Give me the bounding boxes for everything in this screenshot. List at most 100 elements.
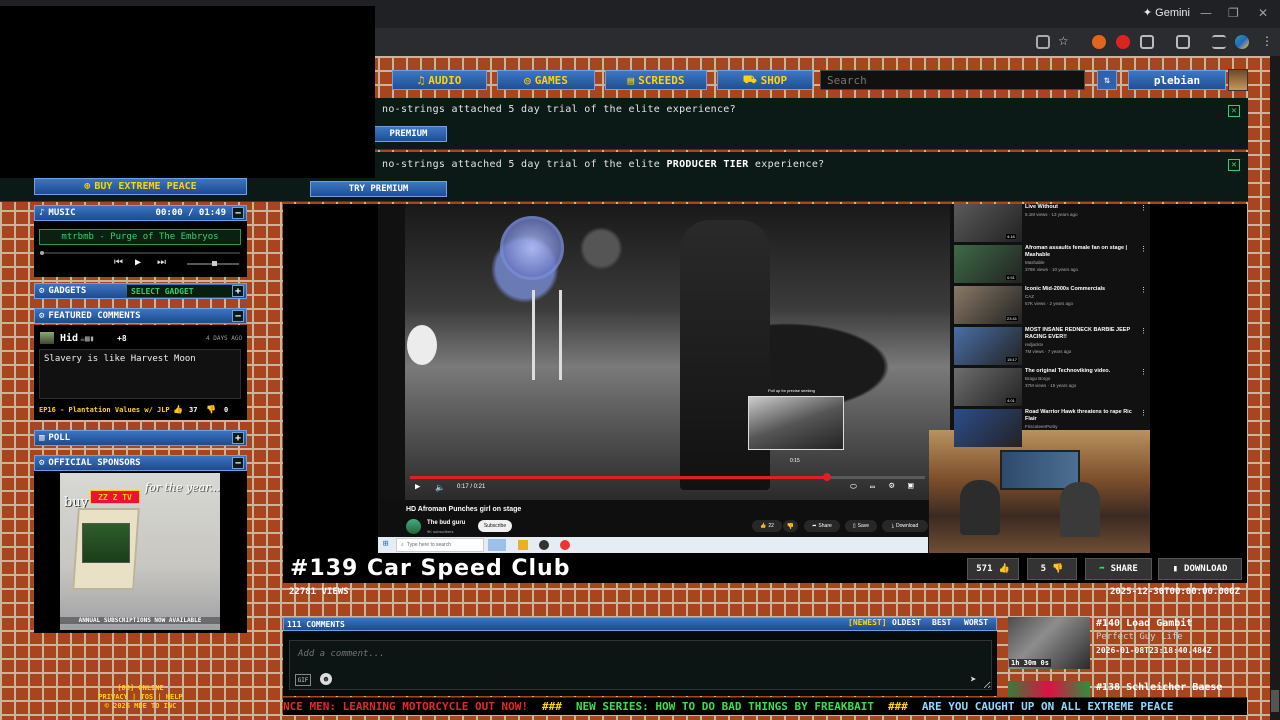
yt-recommended-channel[interactable]: redjacktv	[1025, 342, 1043, 347]
yt-recommended-title[interactable]: Road Warrior Hawk threatens to rape Ric …	[1025, 409, 1140, 423]
promo-2-try-premium-button[interactable]: TRY PREMIUM	[310, 181, 447, 197]
nav-games[interactable]: ◎ GAMES	[497, 70, 595, 90]
ticker-item[interactable]: NCE MEN: LEARNING MOTORCYCLE OUT NOW!	[283, 700, 542, 713]
yt-recommended-item[interactable]: 15:17 MOST INSANE REDNECK BARBIE JEEP RAC…	[954, 327, 1148, 365]
nav-screeds[interactable]: ▤ SCREEDS	[605, 70, 707, 90]
more-options-icon[interactable]: ⋮	[1140, 327, 1147, 335]
comment-input[interactable]	[289, 640, 992, 690]
page-scroll-thumb[interactable]	[1271, 690, 1279, 712]
yt-subscribe-button[interactable]: Subscribe	[478, 520, 512, 532]
footer-links[interactable]: PRIVACY | TOS | HELP	[34, 693, 247, 702]
yt-save-button[interactable]: ▯ Save	[845, 520, 877, 532]
expand-icon[interactable]: +	[232, 432, 244, 444]
minimize-icon[interactable]: —	[1200, 6, 1212, 20]
captions-icon[interactable]: ▭	[870, 482, 875, 491]
play-icon[interactable]: ▶	[415, 482, 420, 492]
gif-button[interactable]: GIF	[295, 674, 311, 686]
promo-2-close-icon[interactable]: ✕	[1228, 159, 1240, 171]
nav-audio[interactable]: ♫ AUDIO	[392, 70, 487, 90]
collapse-icon[interactable]: −	[232, 310, 244, 322]
play-icon[interactable]: ▶	[135, 257, 141, 268]
buy-extreme-peace-button[interactable]: ⊕ BUY EXTREME PEACE	[34, 178, 247, 195]
toggle-icon[interactable]: ⬭	[850, 482, 857, 492]
sort-best[interactable]: BEST	[932, 618, 951, 627]
yt-channel-name[interactable]: The bud guru	[427, 520, 465, 526]
media-control-icon[interactable]	[1212, 35, 1226, 49]
volume-handle[interactable]	[212, 261, 217, 266]
related-thumbnail-2[interactable]	[1008, 681, 1090, 697]
ticker-item[interactable]: NEW SERIES: HOW TO DO BAD THINGS BY FREA…	[576, 700, 888, 713]
yt-recommended-item[interactable]: 4:18 Live Without 5.1M views · 13 years ag…	[954, 204, 1148, 242]
music-panel-header[interactable]: ♪ MUSIC 00:00 / 01:49 −	[34, 205, 247, 221]
maximize-icon[interactable]: ❐	[1228, 6, 1239, 20]
bookmark-star-icon[interactable]: ☆	[1058, 34, 1069, 48]
send-icon[interactable]: ➤	[970, 673, 977, 686]
miniplayer-icon[interactable]: ▣	[908, 481, 913, 491]
thumbs-down-icon[interactable]: 👎	[206, 405, 216, 414]
download-button[interactable]: ▮ DOWNLOAD	[1158, 558, 1242, 580]
yt-download-button[interactable]: ⤓ Download	[882, 520, 928, 532]
profile-avatar-icon[interactable]	[1235, 35, 1249, 49]
more-options-icon[interactable]: ⋮	[1140, 286, 1147, 294]
music-progress-track[interactable]	[40, 252, 240, 254]
gadgets-panel-header[interactable]: ⚙ GADGETS SELECT GADGET +	[34, 283, 247, 299]
sort-worst[interactable]: WORST	[964, 618, 988, 627]
yt-recommended-channel[interactable]: Mashable	[1025, 260, 1045, 265]
site-search-input[interactable]	[820, 70, 1085, 90]
extension-fox-icon[interactable]	[1092, 35, 1106, 49]
yt-like-button[interactable]: 👍 22	[752, 520, 782, 532]
ticker-item[interactable]: ARE YOU CAUGHT UP ON ALL EXTREME PEACE	[922, 700, 1188, 713]
music-progress-handle[interactable]	[40, 251, 44, 255]
browser-menu-icon[interactable]: ⋮	[1261, 34, 1273, 48]
thumbs-down-icon[interactable]: 👎	[783, 520, 798, 532]
yt-recommended-item[interactable]: 4:01 The original Technoviking video. Brag…	[954, 368, 1148, 406]
sidepanel-icon[interactable]	[1176, 35, 1190, 49]
extension-red-icon[interactable]	[1116, 35, 1130, 49]
next-track-icon[interactable]: ⏭	[157, 257, 166, 268]
more-options-icon[interactable]: ⋮	[1140, 245, 1147, 253]
sponsors-panel-header[interactable]: ⚙ OFFICIAL SPONSORS −	[34, 455, 247, 471]
notification-icon[interactable]: ⇅	[1097, 70, 1117, 90]
ticker-item[interactable]: ###	[888, 700, 922, 713]
more-options-icon[interactable]: ⋮	[1140, 204, 1147, 212]
emoji-icon[interactable]: ☻	[320, 673, 332, 685]
gemini-button[interactable]: ✦ Gemini	[1143, 6, 1190, 19]
share-button[interactable]: ➦ SHARE	[1085, 558, 1152, 580]
taskbar-search[interactable]: ⌕ Type here to search	[396, 538, 484, 552]
nav-shop[interactable]: ⛟ SHOP	[717, 70, 813, 90]
previous-track-icon[interactable]: ⏮	[114, 257, 123, 268]
collapse-icon[interactable]: −	[232, 457, 244, 469]
thumbs-up-icon[interactable]: 👍	[173, 405, 183, 414]
cast-icon[interactable]	[1036, 35, 1050, 49]
yt-channel-avatar[interactable]	[406, 519, 421, 534]
yt-recommended-title[interactable]: MOST INSANE REDNECK BARBIE JEEP RACING E…	[1025, 327, 1140, 341]
volume-icon[interactable]: 🔈	[435, 483, 445, 492]
commenter-name[interactable]: Hid	[60, 333, 78, 344]
promo-1-close-icon[interactable]: ✕	[1228, 105, 1240, 117]
taskbar-app-icon-2[interactable]	[539, 540, 549, 550]
sort-oldest[interactable]: OLDEST	[892, 618, 921, 627]
close-window-icon[interactable]: ✕	[1258, 6, 1268, 20]
collapse-icon[interactable]: −	[232, 207, 244, 219]
page-scrollbar[interactable]	[1270, 56, 1280, 720]
folder-icon[interactable]	[518, 540, 528, 550]
yt-recommended-channel[interactable]: CAZ	[1025, 294, 1034, 299]
yt-recommended-channel[interactable]: Brago Borgo	[1025, 376, 1050, 381]
extensions-puzzle-icon[interactable]	[1140, 35, 1154, 49]
related-title-2[interactable]: #138 Schleicher Baese	[1096, 682, 1222, 693]
related-title-1[interactable]: #140 Load Gambit	[1096, 618, 1192, 629]
poll-panel-header[interactable]: ▥ POLL +	[34, 430, 247, 446]
yt-recommended-channel[interactable]: FriscoteenPurity	[1025, 424, 1058, 429]
yt-recommended-thumbnail[interactable]	[954, 409, 1022, 447]
featured-episode-link[interactable]: EP16 - Plantation Values w/ JLP	[39, 406, 170, 414]
yt-recommended-item[interactable]: Road Warrior Hawk threatens to rape Ric …	[954, 409, 1148, 447]
yt-recommended-title[interactable]: Afroman assaults female fan on stage | M…	[1025, 245, 1140, 259]
featured-comments-header[interactable]: ⚙ FEATURED COMMENTS −	[34, 308, 247, 324]
settings-icon[interactable]: ⚙	[889, 481, 894, 491]
yt-recommended-item[interactable]: 0:51 Afroman assaults female fan on stage…	[954, 245, 1148, 283]
ticker-item[interactable]: ###	[542, 700, 576, 713]
sort-newest[interactable]: [NEWEST]	[848, 618, 887, 627]
like-button[interactable]: 571 👍	[967, 558, 1019, 580]
user-avatar[interactable]	[1228, 69, 1248, 91]
more-options-icon[interactable]: ⋮	[1140, 409, 1147, 417]
